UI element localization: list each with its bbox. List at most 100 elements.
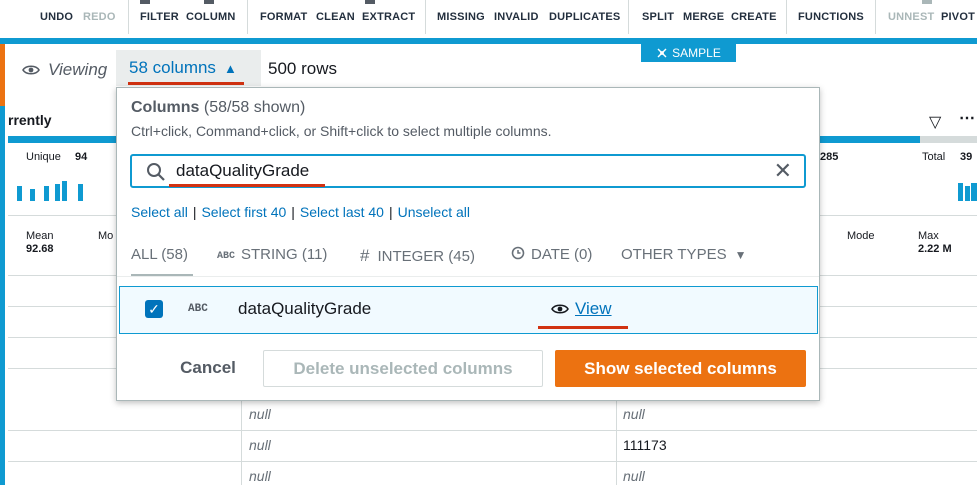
grid-divider — [8, 430, 977, 431]
unique-label: Unique — [26, 151, 61, 163]
eye-icon — [551, 304, 569, 314]
toolbar-format[interactable]: FORMAT — [260, 11, 307, 23]
tab-string-label: STRING (11) — [241, 246, 328, 263]
clock-icon — [511, 246, 525, 260]
checkbox-checked[interactable]: ✓ — [145, 300, 163, 318]
toolbar-redo[interactable]: REDO — [83, 11, 116, 23]
table-cell: null — [623, 468, 645, 484]
grid-column-divider — [241, 400, 242, 485]
selection-links: Select all | Select first 40 | Select last 4… — [131, 204, 470, 220]
table-cell: null — [623, 406, 645, 422]
annotation-underline — [538, 326, 628, 329]
table-cell: 111173 — [623, 437, 667, 453]
histogram-bar — [17, 186, 22, 201]
filter-icon — [140, 0, 150, 4]
panel-hint: Ctrl+click, Command+click, or Shift+clic… — [131, 123, 552, 139]
string-type-icon: ABC — [217, 251, 236, 262]
more-icon[interactable]: ⋯ — [959, 108, 975, 128]
column-header[interactable]: rrently — [8, 112, 52, 128]
table-cell: null — [249, 468, 271, 484]
annotation-underline — [169, 184, 325, 187]
toolbar-extract[interactable]: EXTRACT — [362, 11, 415, 23]
toolbar-split[interactable]: SPLIT — [642, 11, 674, 23]
histogram-bar — [44, 186, 49, 201]
histogram-bar — [62, 181, 67, 201]
pivot-icon — [922, 0, 932, 4]
delete-unselected-button[interactable]: Delete unselected columns — [263, 350, 543, 387]
toolbar-filter[interactable]: FILTER — [140, 11, 179, 23]
orange-accent-bar — [0, 44, 5, 106]
toolbar-invalid[interactable]: INVALID — [494, 11, 539, 23]
viewing-text: Viewing — [48, 60, 108, 79]
table-cell: null — [249, 437, 271, 453]
toolbar-undo[interactable]: UNDO — [40, 11, 73, 23]
mean-label: Mean — [26, 230, 54, 242]
hash-icon: # — [360, 246, 370, 265]
toolbar-pivot[interactable]: PIVOT — [941, 11, 975, 23]
toolbar-divider — [875, 0, 876, 34]
select-last-40-link[interactable]: Select last 40 — [300, 204, 384, 220]
select-all-link[interactable]: Select all — [131, 204, 188, 220]
total-label: Total — [922, 151, 946, 163]
toolbar-divider — [425, 0, 426, 34]
eye-icon — [22, 65, 40, 75]
tab-date[interactable]: DATE (0) — [511, 246, 592, 263]
grid-divider — [8, 461, 977, 462]
toolbar-unnest[interactable]: UNNEST — [888, 11, 934, 23]
select-first-40-link[interactable]: Select first 40 — [201, 204, 286, 220]
mean-value: 92.68 — [26, 243, 54, 255]
sample-badge: SAMPLE — [641, 44, 736, 62]
histogram-bar — [55, 184, 60, 201]
toolbar: UNDO REDO FILTER COLUMN FORMAT CLEAN EXT… — [0, 0, 977, 40]
filter-icon[interactable]: ▽ — [929, 112, 941, 132]
quality-bar — [820, 136, 920, 143]
column-icon — [204, 0, 214, 4]
histogram-bar — [971, 183, 977, 201]
tab-integer-label: INTEGER (45) — [377, 248, 475, 265]
link-separator: | — [192, 204, 197, 220]
toolbar-column[interactable]: COLUMN — [186, 11, 235, 23]
extract-icon — [365, 0, 375, 4]
annotation-underline — [128, 82, 244, 85]
toolbar-duplicates[interactable]: DUPLICATES — [549, 11, 620, 23]
toolbar-clean[interactable]: CLEAN — [316, 11, 355, 23]
search-input[interactable] — [176, 160, 756, 182]
link-separator: | — [291, 204, 295, 220]
columns-dropdown-button[interactable]: 58 columns ▲ — [116, 50, 261, 86]
tab-other-types[interactable]: OTHER TYPES ▼ — [621, 246, 746, 263]
grid-top-border — [0, 38, 977, 44]
toolbar-missing[interactable]: MISSING — [437, 11, 485, 23]
clear-search-icon[interactable]: ✕ — [774, 160, 792, 182]
caret-up-icon: ▲ — [223, 60, 237, 76]
column-search[interactable]: ✕ — [130, 154, 806, 188]
unselect-all-link[interactable]: Unselect all — [398, 204, 470, 220]
mode-label-left: Mo — [98, 230, 114, 242]
column-list-item[interactable]: ✓ ABC dataQualityGrade View — [119, 286, 818, 334]
show-selected-button[interactable]: Show selected columns — [555, 350, 806, 387]
columns-count: 58 columns — [129, 58, 216, 77]
panel-title: Columns (58/58 shown) — [131, 99, 305, 117]
cancel-button[interactable]: Cancel — [163, 350, 253, 386]
quality-bar-rest — [920, 136, 977, 143]
rows-count: 500 rows — [268, 59, 337, 78]
sample-icon — [657, 48, 667, 58]
view-label: View — [575, 299, 612, 318]
total-value: 39 — [960, 151, 973, 163]
max-label: Max — [918, 230, 939, 242]
sample-label: SAMPLE — [672, 46, 721, 60]
stat-value: 285 — [820, 151, 839, 163]
toolbar-merge[interactable]: MERGE — [683, 11, 724, 23]
toolbar-create[interactable]: CREATE — [731, 11, 777, 23]
tab-string[interactable]: ABC STRING (11) — [217, 246, 327, 263]
column-name: dataQualityGrade — [238, 299, 372, 318]
histogram-bar — [30, 189, 35, 201]
tabs-divider — [117, 276, 819, 277]
toolbar-divider — [128, 0, 129, 34]
toolbar-divider — [786, 0, 787, 34]
view-column-link[interactable]: View — [551, 299, 612, 319]
tab-all[interactable]: ALL (58) — [131, 246, 188, 263]
tab-other-label: OTHER TYPES — [621, 246, 727, 263]
tab-integer[interactable]: # INTEGER (45) — [360, 246, 475, 266]
toolbar-functions[interactable]: FUNCTIONS — [798, 11, 864, 23]
grid-column-divider — [616, 400, 617, 485]
